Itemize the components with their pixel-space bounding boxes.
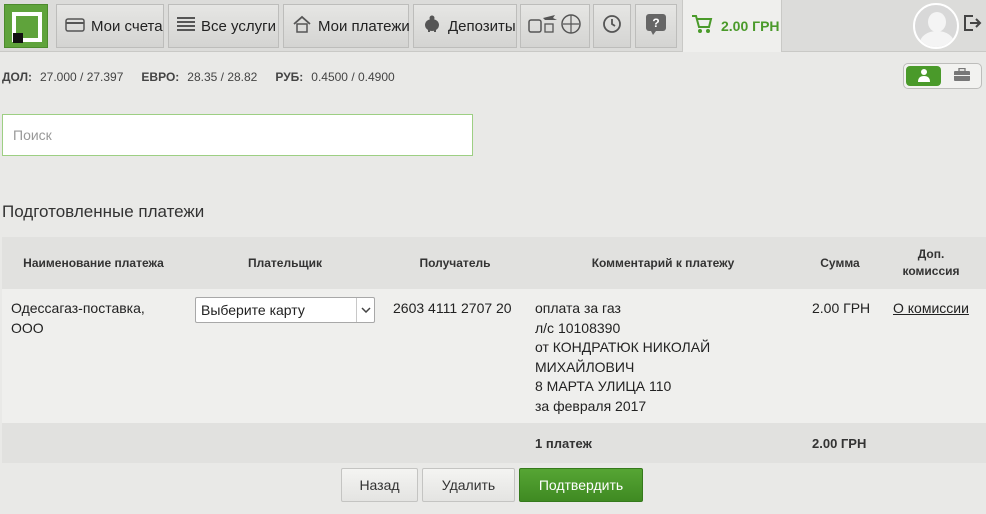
- list-icon: [177, 16, 195, 37]
- payments-table: Наименование платежа Плательщик Получате…: [2, 237, 986, 463]
- search-input[interactable]: [2, 114, 473, 156]
- avatar-body: [920, 31, 954, 47]
- card-icon: [65, 16, 85, 37]
- nav-deposits-label: Депозиты: [448, 17, 516, 35]
- table-row: Одессагаз-поставка, ООО Выберите карту 2…: [2, 289, 986, 423]
- payment-name: Одессагаз-поставка, ООО: [11, 300, 145, 336]
- back-button[interactable]: Назад: [341, 468, 418, 502]
- nav-my-accounts[interactable]: Мои счета: [56, 4, 164, 48]
- rate-usd: ДОЛ: 27.000 / 27.397: [2, 70, 124, 84]
- account-type-toggle: [903, 63, 982, 89]
- rate-rub: РУБ: 0.4500 / 0.4900: [275, 70, 395, 84]
- nav-my-payments-label: Мои платежи: [318, 17, 410, 35]
- svg-text:?: ?: [652, 16, 659, 30]
- nav-my-accounts-label: Мои счета: [91, 17, 163, 35]
- cart-button[interactable]: 2.00 ГРН: [682, 0, 782, 52]
- nav-my-payments[interactable]: Мои платежи: [283, 4, 410, 48]
- nav-all-services-label: Все услуги: [201, 17, 276, 35]
- help-icon: ?: [645, 13, 667, 40]
- col-payer: Плательщик: [248, 256, 322, 270]
- business-toggle[interactable]: [944, 66, 979, 86]
- confirm-button[interactable]: Подтвердить: [519, 468, 643, 502]
- delete-button[interactable]: Удалить: [422, 468, 515, 502]
- payment-amount: 2.00 ГРН: [812, 300, 871, 316]
- nav-travel[interactable]: [520, 4, 590, 48]
- nav-deposits[interactable]: Депозиты: [413, 4, 517, 48]
- piggy-bank-icon: [422, 15, 442, 38]
- table-header: Наименование платежа Плательщик Получате…: [2, 237, 986, 289]
- col-name: Наименование платежа: [23, 256, 164, 270]
- total-row: 1 платеж 2.00 ГРН: [2, 423, 986, 463]
- commission-link[interactable]: О комиссии: [893, 299, 969, 319]
- payment-comment: оплата за газ л/с 10108390 от КОНДРАТЮК …: [535, 300, 711, 414]
- avatar[interactable]: [913, 3, 959, 49]
- exchange-rates: ДОЛ: 27.000 / 27.397 ЕВРО: 28.35 / 28.82 Р…: [2, 70, 395, 84]
- history-icon: [601, 13, 623, 40]
- travel-icon: [527, 12, 583, 41]
- personal-toggle[interactable]: [906, 66, 941, 86]
- nav-history[interactable]: [593, 4, 631, 48]
- cart-total: 2.00 ГРН: [721, 18, 780, 34]
- col-recipient: Получатель: [419, 256, 491, 270]
- col-commission: Доп. комиссия: [902, 247, 960, 278]
- home-icon: [292, 15, 312, 38]
- col-comment: Комментарий к платежу: [591, 256, 735, 270]
- chevron-down-icon: [356, 298, 374, 322]
- col-amount: Сумма: [820, 256, 860, 270]
- privatbank-logo[interactable]: [4, 4, 48, 48]
- nav-help[interactable]: ?: [635, 4, 677, 48]
- top-bar: Мои счета Все услуги Мои платежи Депозит…: [0, 0, 986, 52]
- logo-square: [13, 33, 23, 43]
- person-icon: [917, 68, 931, 85]
- recipient-account: 2603 4111 2707 20: [393, 300, 512, 316]
- briefcase-icon: [953, 67, 971, 85]
- total-amount: 2.00 ГРН: [812, 436, 867, 451]
- cart-icon: [691, 14, 713, 39]
- total-count: 1 платеж: [535, 436, 592, 451]
- logout-icon[interactable]: [962, 12, 982, 34]
- nav-all-services[interactable]: Все услуги: [168, 4, 279, 48]
- payer-card-select[interactable]: Выберите карту: [195, 297, 375, 323]
- avatar-head: [928, 12, 946, 32]
- page-title: Подготовленные платежи: [2, 202, 205, 221]
- rate-eur: ЕВРО: 28.35 / 28.82: [141, 70, 258, 84]
